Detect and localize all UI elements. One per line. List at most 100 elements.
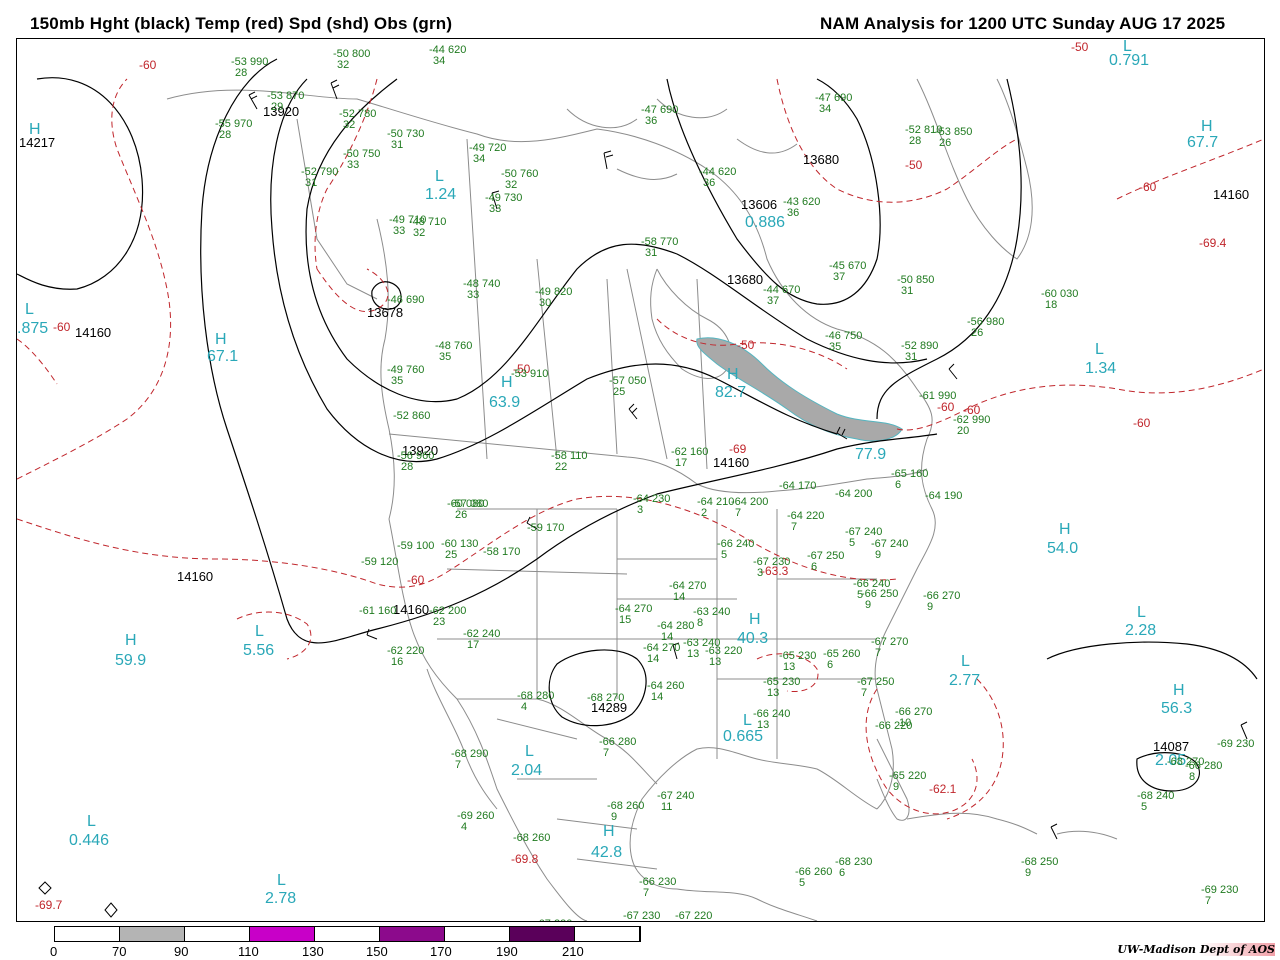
legend-swatch: [315, 927, 380, 941]
temp-label: -60: [139, 58, 157, 72]
station-dewpoint-depression: 28: [909, 135, 921, 147]
station-dewpoint-depression: 32: [337, 59, 349, 71]
legend-swatch: [380, 927, 445, 941]
station-dewpoint-depression: 36: [645, 115, 657, 127]
center-letter: H: [125, 632, 137, 649]
station-dewpoint-depression: 25: [445, 549, 457, 561]
center-letter: L: [525, 743, 534, 760]
station-dewpoint-depression: 8: [697, 617, 703, 629]
center-value: 67.1: [207, 348, 238, 365]
station-dewpoint-depression: 36: [787, 207, 799, 219]
temp-label: -69.4: [1199, 236, 1227, 250]
station-dewpoint-depression: 22: [555, 461, 567, 473]
station-dewpoint-depression: 35: [829, 341, 841, 353]
station-dewpoint-depression: 32: [413, 227, 425, 239]
station-dewpoint-depression: 34: [819, 103, 831, 115]
legend-tick-label: 0: [50, 944, 58, 959]
station-dewpoint-depression: 14: [673, 591, 685, 603]
coastline-hispaniola: [1056, 830, 1118, 840]
station-temp-height: -68 270: [1167, 756, 1204, 768]
height-contour-9: [1046, 641, 1258, 680]
station-dewpoint-depression: 9: [893, 781, 899, 793]
station-dewpoint-depression: 7: [1205, 895, 1211, 907]
center-value: .875: [17, 320, 48, 337]
station-temp-height: -68 270: [587, 692, 624, 704]
station-dewpoint-depression: 7: [861, 687, 867, 699]
wind-barb: [948, 363, 958, 380]
center-letter: H: [1059, 521, 1071, 538]
wind-barb: [1240, 721, 1248, 740]
station-temp-height: -59 170: [527, 522, 564, 534]
legend-tick-label: 90: [174, 944, 189, 959]
station-dewpoint-depression: 26: [971, 327, 983, 339]
station-dewpoint-depression: 20: [957, 425, 969, 437]
center-letter: H: [1201, 118, 1213, 135]
temp-label: -69.8: [511, 852, 539, 866]
station-dewpoint-depression: 5: [1141, 801, 1147, 813]
station-dewpoint-depression: 32: [505, 179, 517, 191]
height-label: 13606: [741, 197, 777, 212]
station-dewpoint-depression: 18: [1045, 299, 1057, 311]
station-dewpoint-depression: 6: [811, 561, 817, 573]
height-label: 14160: [1213, 187, 1249, 202]
coastline-baja: [426, 668, 498, 810]
temp-contour-11: [946, 678, 1004, 820]
station-temp-height: -53 910: [511, 368, 548, 380]
legend-swatch: [185, 927, 250, 941]
coastline-cuba: [906, 812, 1038, 835]
center-letter: L: [277, 872, 286, 889]
station-dewpoint-depression: 17: [467, 639, 479, 651]
temp-label: -60: [1139, 180, 1157, 194]
station-dewpoint-depression: 9: [1025, 867, 1031, 879]
station-dewpoint-depression: 28: [401, 461, 413, 473]
station-dewpoint-depression: 33: [347, 159, 359, 171]
center-value: 67.7: [1187, 134, 1218, 151]
station-dewpoint-depression: 29: [271, 101, 283, 113]
height-label: 13680: [803, 152, 839, 167]
legend-tick-label: 110: [238, 944, 259, 959]
temp-label: -60: [937, 400, 955, 414]
wind-barb: [603, 150, 614, 170]
station-dewpoint-depression: 6: [827, 659, 833, 671]
map-panel[interactable]: 13920 14217 14160 13680 13606 13680 1367…: [16, 38, 1265, 922]
station-dewpoint-depression: 32: [343, 119, 355, 131]
station-dewpoint-depression: 3: [637, 504, 643, 516]
legend-tick-label: 70: [112, 944, 127, 959]
product-title: 150mb Hght (black) Temp (red) Spd (shd) …: [30, 14, 453, 33]
station-dewpoint-depression: 9: [611, 811, 617, 823]
station-dewpoint-depression: 15: [619, 614, 631, 626]
legend-tick-label: 190: [496, 944, 518, 959]
diamond-marker: [104, 902, 118, 918]
station-dewpoint-depression: 5: [721, 549, 727, 561]
map-canvas: 13920 14217 14160 13680 13606 13680 1367…: [17, 39, 1264, 921]
station-dewpoint-depression: 33: [489, 203, 501, 215]
center-letter: H: [749, 611, 761, 628]
station-dewpoint-depression: 2: [701, 507, 707, 519]
legend-swatch: [120, 927, 185, 941]
center-value: 56.3: [1161, 700, 1192, 717]
station-dewpoint-depression: 4: [461, 821, 467, 833]
height-contour-1: [17, 77, 144, 290]
speed-legend-bar: [54, 926, 641, 942]
legend-swatch: [445, 927, 510, 941]
station-dewpoint-depression: 26: [455, 509, 467, 521]
station-dewpoint-depression: 16: [391, 656, 403, 668]
station-dewpoint-depression: 14: [651, 691, 663, 703]
station-temp-height: -64 170: [779, 480, 816, 492]
station-dewpoint-depression: 14: [647, 653, 659, 665]
center-value: 77.9: [855, 446, 886, 463]
station-dewpoint-depression: 35: [439, 351, 451, 363]
wind-barb: [628, 403, 638, 420]
station-dewpoint-depression: 28: [219, 129, 231, 141]
station-dewpoint-depression: 6: [895, 479, 901, 491]
station-temp-height: -59 120: [361, 556, 398, 568]
station-temp-height: -67 230: [535, 918, 572, 921]
height-label: 13678: [367, 305, 403, 320]
station-temp-height: -61 990: [919, 390, 956, 402]
station-dewpoint-depression: 4: [521, 701, 527, 713]
height-contours: [17, 58, 1258, 792]
station-temp-height: -67 230: [623, 910, 660, 921]
height-label: 13680: [727, 272, 763, 287]
center-letter: H: [215, 331, 227, 348]
legend-tick-label: 150: [366, 944, 388, 959]
